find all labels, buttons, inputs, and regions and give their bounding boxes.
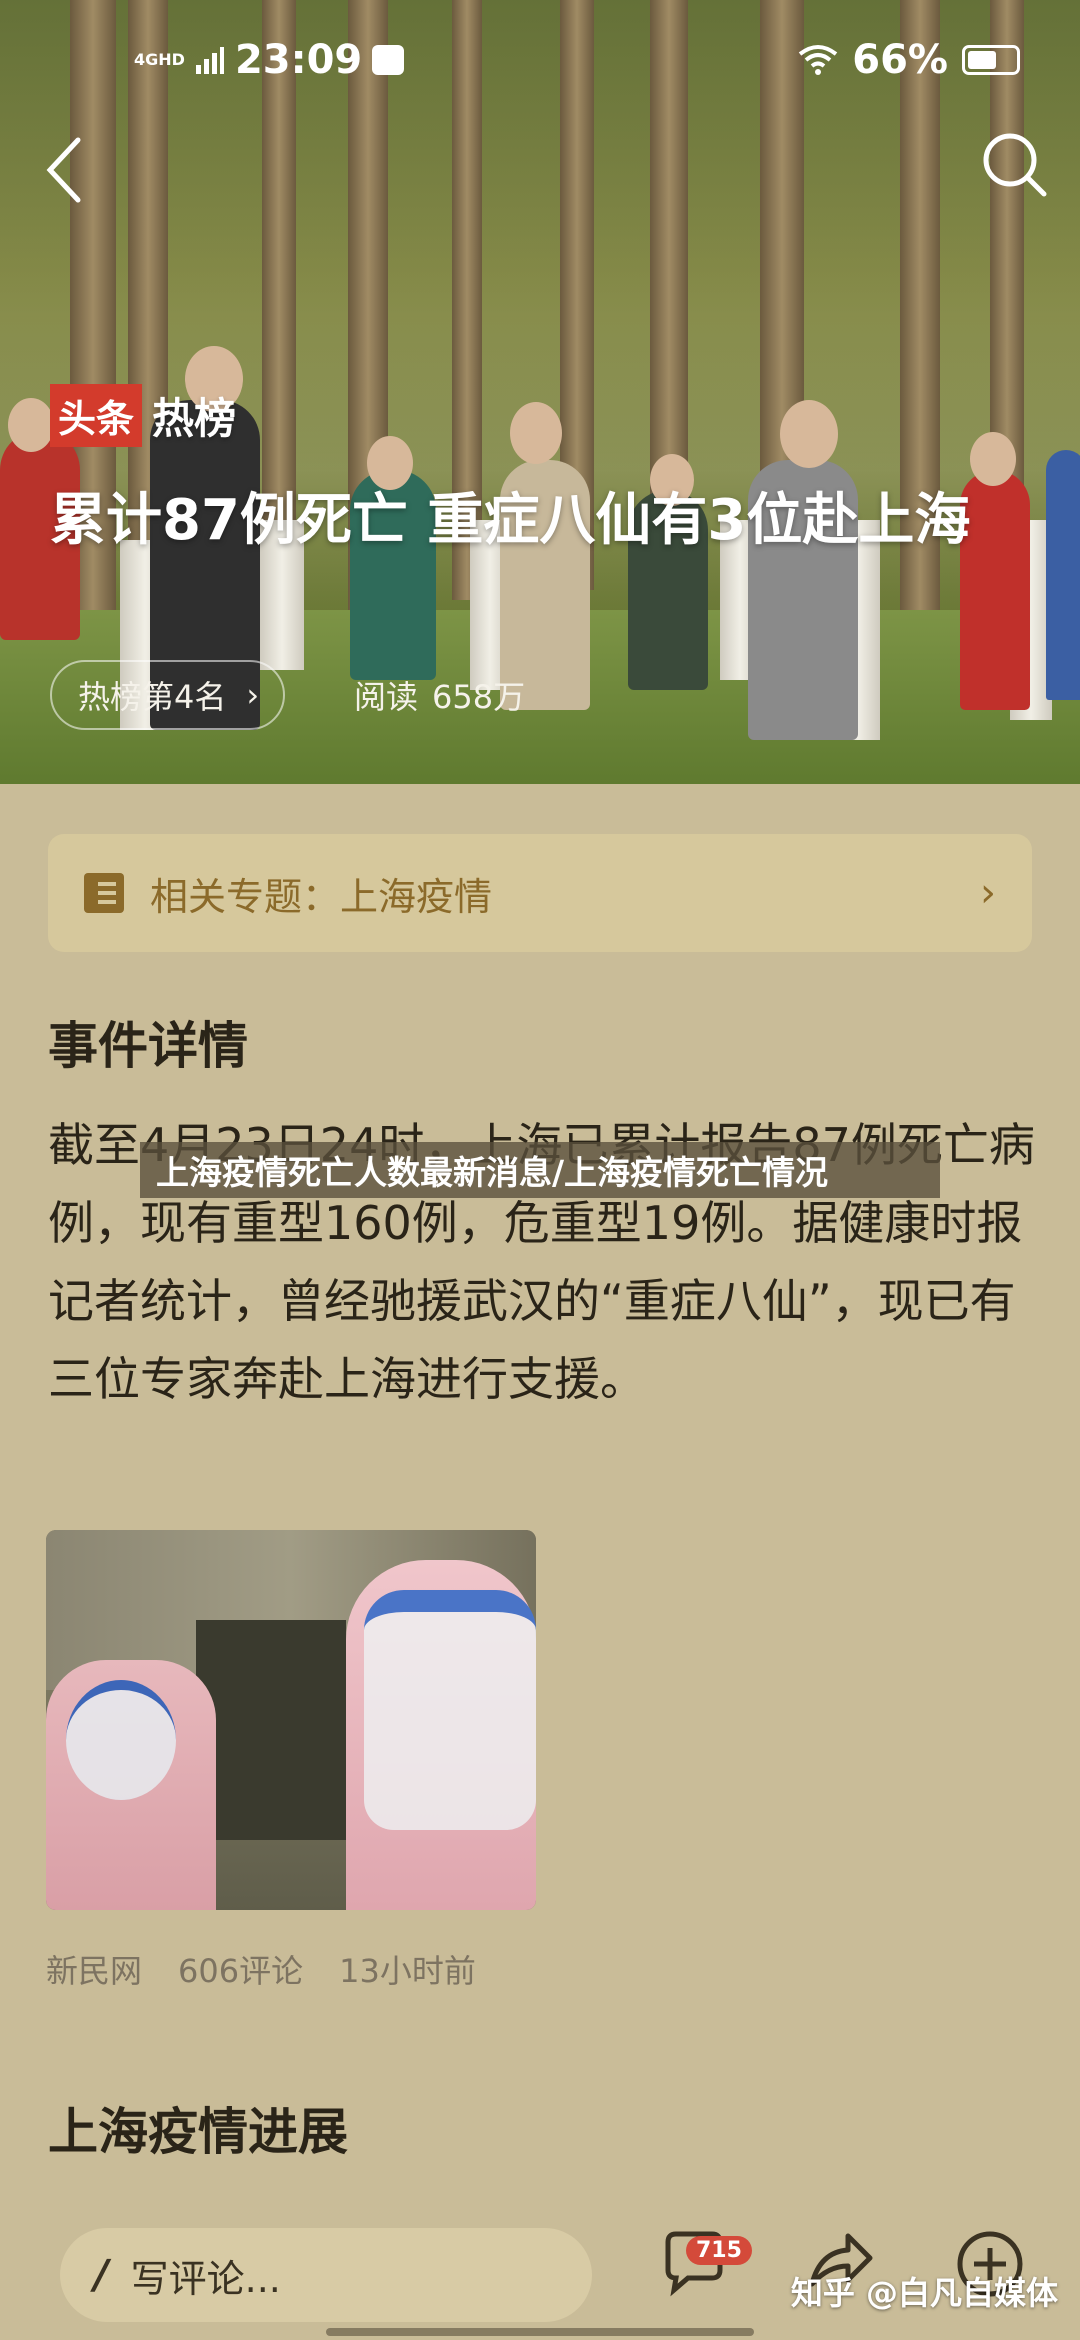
topic-label: 相关专题：上海疫情 <box>150 874 493 919</box>
battery-icon <box>962 45 1020 75</box>
read-count: 阅读 658万 <box>354 672 525 718</box>
source-meta: 新民网 606评论 13小时前 <box>46 1946 476 1992</box>
pen-icon: ∕ <box>94 2252 109 2298</box>
wifi-icon <box>799 45 838 75</box>
person-head <box>970 432 1016 486</box>
person-head <box>8 398 54 452</box>
comment-count[interactable]: 606评论 <box>178 1946 303 1992</box>
chevron-right-icon: › <box>980 870 996 916</box>
message-notification-icon <box>372 45 405 75</box>
face-shield <box>66 1680 176 1800</box>
hot-rank-button[interactable]: 热榜第4名 › <box>50 660 286 730</box>
person <box>1046 450 1080 700</box>
topic-book-icon <box>84 873 124 913</box>
comment-badge: 715 <box>686 2236 752 2265</box>
watermark: 知乎 @白凡自媒体 <box>790 2274 1058 2312</box>
section-heading: 事件详情 <box>48 1017 248 1075</box>
reads-value: 658万 <box>432 678 526 716</box>
source-name[interactable]: 新民网 <box>46 1946 142 1992</box>
overlay-title-banner: 上海疫情死亡人数最新消息/上海疫情死亡情况 <box>140 1142 940 1198</box>
clock: 23:09 <box>234 37 363 83</box>
back-icon[interactable] <box>36 130 96 210</box>
chevron-right-icon: › <box>246 676 260 714</box>
network-indicator: 4GHD <box>134 50 185 69</box>
person-head <box>780 400 838 468</box>
comment-placeholder: 写评论... <box>130 2256 281 2301</box>
photo-doorway <box>196 1620 346 1840</box>
face-shield <box>364 1590 536 1830</box>
person-head <box>510 402 562 464</box>
hero-banner: 4GHD 23:09 66% 头条 热榜 累计87例死亡 重症八仙有3位赴上海 … <box>0 0 1080 784</box>
publish-time: 13小时前 <box>339 1952 476 1990</box>
related-topic-card[interactable]: 相关专题：上海疫情 › <box>48 834 1032 952</box>
hot-list-badge: 头条 热榜 <box>50 384 236 447</box>
news-photo[interactable] <box>46 1530 536 1910</box>
signal-icon <box>195 47 224 74</box>
section-heading: 上海疫情进展 <box>48 2103 348 2161</box>
hot-badge-red: 头条 <box>50 384 143 447</box>
status-bar-right: 66% <box>798 34 1020 86</box>
home-indicator[interactable] <box>326 2328 754 2336</box>
hot-badge-text: 热榜 <box>152 394 237 443</box>
comment-input[interactable]: ∕ 写评论... <box>60 2228 592 2322</box>
status-bar-left: 4GHD 23:09 <box>134 34 405 86</box>
hero-title: 累计87例死亡 重症八仙有3位赴上海 <box>50 488 971 553</box>
reads-label: 阅读 <box>354 678 419 716</box>
rank-label: 热榜第4名 <box>78 678 227 716</box>
search-icon[interactable] <box>978 128 1050 200</box>
battery-percent: 66% <box>852 37 948 83</box>
